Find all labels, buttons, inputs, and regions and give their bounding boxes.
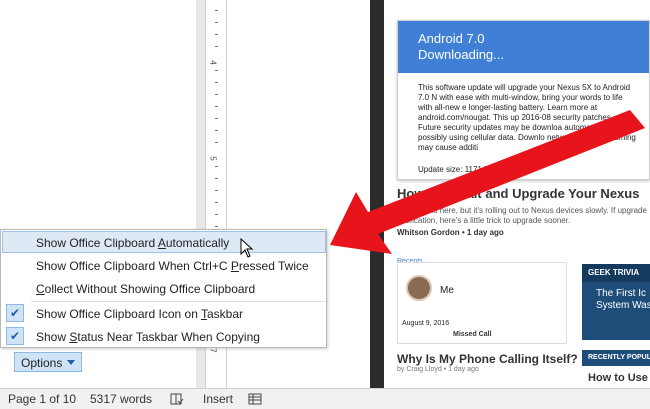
insert-mode[interactable]: Insert (203, 392, 233, 406)
howto-article-link[interactable]: How to Use Y (588, 372, 650, 384)
checkmark-icon: ✔ (6, 327, 24, 345)
menu-item-label: Show Office Clipboard Icon on (36, 307, 201, 321)
menu-item-show-status-near-taskbar[interactable]: ✔ Show Status Near Taskbar When Copying (2, 325, 326, 347)
clipboard-options-menu: Show Office Clipboard Automatically Show… (0, 229, 327, 348)
status-bar: Page 1 of 10 5317 words Insert (0, 388, 650, 409)
menu-item-label: Show Office Clipboard (36, 236, 158, 250)
menu-item-label: askbar (207, 307, 244, 321)
missed-call-label: Missed Call (453, 331, 492, 338)
geek-trivia-text-2: System Was (596, 300, 650, 311)
dialog-title: Android 7.0 (418, 31, 485, 46)
ruler-number: 4 (208, 60, 218, 65)
dialog-update-size: Update size: 1171.5 MB (418, 165, 503, 174)
ruler-number: 7 (208, 348, 218, 353)
article-author: Whitson Gordon • 1 day ago (397, 228, 504, 237)
options-button[interactable]: Options (14, 352, 82, 372)
contact-name: Me (440, 285, 454, 296)
dialog-subtitle: Downloading... (418, 47, 504, 62)
menu-item-show-automatically[interactable]: Show Office Clipboard Automatically (2, 231, 326, 253)
menu-item-label: ressed Twice (238, 259, 309, 273)
menu-item-accel: P (230, 259, 239, 273)
ruler-number: 5 (208, 156, 218, 161)
call-date: August 9, 2016 (402, 320, 450, 327)
article-snippet-text: d Nougat is here, but it's rolling out t… (397, 206, 647, 225)
menu-item-label: utomatically (165, 236, 230, 250)
menu-item-accel: C (36, 282, 45, 296)
checkmark-icon: ✔ (6, 304, 24, 322)
why-article-byline: by Craig Lloyd • 1 day ago (397, 366, 479, 373)
mouse-pointer-icon (240, 238, 254, 258)
recently-popular-label: RECENTLY POPULA (582, 350, 650, 366)
menu-item-show-icon-on-taskbar[interactable]: ✔ Show Office Clipboard Icon on Taskbar (2, 302, 326, 324)
menu-item-show-ctrl-c-twice[interactable]: Show Office Clipboard When Ctrl+C Presse… (2, 254, 326, 276)
avatar (406, 275, 432, 301)
why-article-link[interactable]: Why Is My Phone Calling Itself? (397, 352, 578, 366)
geek-trivia-box[interactable]: GEEK TRIVIA The First Ic System Was (582, 264, 650, 340)
menu-item-collect-without-showing[interactable]: Collect Without Showing Office Clipboard (2, 277, 326, 299)
window-divider (370, 0, 384, 388)
menu-item-label: ollect Without Showing Office Clipboard (44, 282, 256, 296)
android-update-dialog: Android 7.0 Downloading... This software… (397, 20, 650, 180)
menu-item-label: Show (36, 330, 70, 344)
macro-recording-icon[interactable] (248, 392, 262, 406)
word-count[interactable]: 5317 words (90, 392, 152, 406)
geek-trivia-text-1: The First Ic (596, 288, 647, 299)
menu-item-accel: A (157, 236, 166, 250)
caret-down-icon (67, 360, 75, 365)
call-log-card[interactable]: Me August 9, 2016 Missed Call (397, 262, 567, 344)
menu-item-label: Show Office Clipboard When Ctrl+C (36, 259, 231, 273)
proofing-book-icon[interactable] (170, 392, 184, 406)
article-title-link[interactable]: How to e Wait and Upgrade Your Nexus (397, 186, 650, 201)
options-button-label: Options (21, 356, 63, 370)
dialog-body: This software update will upgrade your N… (418, 83, 636, 152)
page-count[interactable]: Page 1 of 10 (8, 392, 76, 406)
dialog-header: Android 7.0 Downloading... (398, 21, 649, 73)
geek-trivia-label: GEEK TRIVIA (582, 264, 650, 282)
article-snippet: d Nougat is here, but it's rolling out t… (397, 206, 650, 238)
menu-item-label: tatus Near Taskbar When Copying (77, 330, 260, 344)
